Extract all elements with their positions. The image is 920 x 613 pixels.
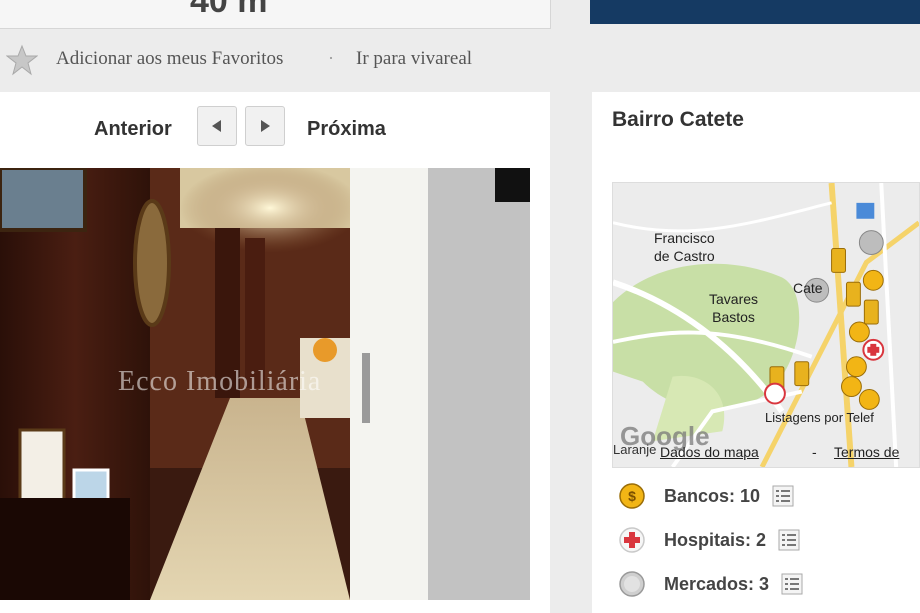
svg-text:$: $ (628, 488, 636, 504)
list-icon[interactable] (781, 573, 803, 595)
legend-hospitals[interactable]: Hospitais: 2 (618, 525, 800, 555)
vivareal-link[interactable]: Ir para vivareal (356, 48, 472, 70)
map-label-francisco-de-castro: Francisco de Castro (654, 229, 715, 265)
map-label-line: Francisco (654, 230, 715, 246)
map-data-link[interactable]: Dados do mapa (660, 444, 759, 460)
map-label-listings: Listagens por Telef (765, 410, 874, 425)
neighborhood-title: Bairro Catete (612, 108, 744, 131)
legend-banks[interactable]: $ Bancos: 10 (618, 481, 794, 511)
arrow-left-icon (212, 120, 221, 132)
legend-hospitals-label: Hospitais: 2 (664, 529, 767, 550)
map-label-laranjeiras: Laranje (613, 442, 657, 457)
map-label-line: Tavares (709, 291, 759, 307)
map-label-tavares-bastos: Tavares Bastos (709, 290, 758, 326)
grey-circle-icon (619, 571, 645, 597)
map-label-line: Bastos (712, 309, 755, 325)
legend-markets[interactable]: Mercados: 3 (618, 569, 803, 599)
map-separator: - (812, 444, 817, 460)
star-icon[interactable] (6, 44, 38, 76)
map-label-catete: Cate (793, 280, 823, 296)
list-icon[interactable] (772, 485, 794, 507)
map-terms-link[interactable]: Termos de (834, 444, 899, 460)
photo-watermark: Ecco Imobiliária (118, 366, 322, 397)
add-favorites-link[interactable]: Adicionar aos meus Favoritos (56, 48, 283, 70)
area-value: 40 m (190, 0, 268, 20)
map-label-line: de Castro (654, 248, 715, 264)
legend-markets-label: Mercados: 3 (664, 573, 770, 594)
contact-bar[interactable] (590, 0, 920, 24)
coin-icon: $ (619, 483, 645, 509)
listing-header-box: 40 m (0, 0, 551, 29)
arrow-right-icon (261, 120, 270, 132)
red-cross-icon (619, 527, 645, 553)
legend-banks-label: Bancos: 10 (664, 485, 761, 506)
previous-label[interactable]: Anterior (94, 118, 172, 141)
next-label[interactable]: Próxima (307, 118, 386, 141)
next-button[interactable] (245, 106, 285, 146)
list-icon[interactable] (778, 529, 800, 551)
previous-button[interactable] (197, 106, 237, 146)
separator: · (328, 48, 334, 68)
